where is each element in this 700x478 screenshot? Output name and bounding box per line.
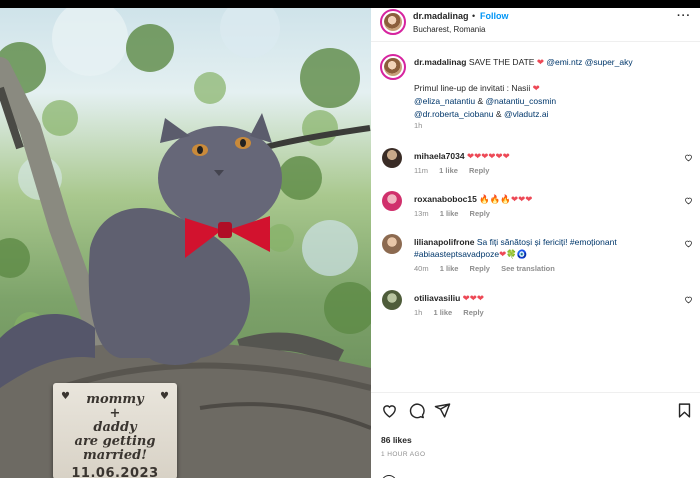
mention-link[interactable]: @natantiu_cosmin — [486, 96, 557, 106]
commenter-avatar[interactable] — [382, 148, 402, 168]
comment-like-heart-icon[interactable] — [684, 153, 693, 162]
mention-link[interactable]: @eliza_natantiu — [414, 96, 475, 106]
sign-heart-icon: ♥ — [160, 391, 169, 402]
comment-item: lilianapolifrone Sa fiți sănătoși și fer… — [371, 232, 700, 288]
comment-meta: 13m 1 like Reply — [414, 209, 499, 218]
heart-emoji: ❤ — [536, 57, 544, 67]
post-caption: dr.madalinag SAVE THE DATE ❤ @emi.ntz @s… — [414, 56, 684, 121]
post-timestamp[interactable]: 1 HOUR AGO — [381, 451, 425, 458]
comment-likes[interactable]: 1 like — [440, 209, 459, 218]
comment-emoji: ❤🍀🧿 — [499, 249, 528, 259]
comment-like-heart-icon[interactable] — [684, 239, 693, 248]
sign-text-line: daddy — [93, 420, 137, 435]
top-dark-strip — [0, 0, 700, 8]
comment-bubble-icon[interactable] — [408, 402, 425, 419]
sign-heart-icon: ♥ — [61, 391, 70, 402]
comment-meta: 11m 1 like Reply — [414, 166, 498, 175]
sign-text-line: mommy — [86, 392, 144, 407]
comment-likes[interactable]: 1 like — [433, 308, 452, 317]
commenter-username[interactable]: lilianapolifrone — [414, 237, 474, 247]
hashtag-link[interactable]: #emoționant — [570, 237, 617, 247]
reply-button[interactable]: Reply — [470, 264, 490, 273]
comment-item: roxanaboboc15 🔥🔥🔥❤❤❤ 13m 1 like Reply — [371, 189, 700, 233]
comment-meta: 40m 1 like Reply See translation — [414, 264, 564, 273]
sign-text-line: married! — [83, 448, 147, 463]
comment-body: ❤❤❤ — [462, 293, 485, 303]
follow-button[interactable]: Follow — [480, 11, 509, 21]
commenter-avatar[interactable] — [382, 191, 402, 211]
mention-link[interactable]: @super_aky — [585, 57, 633, 67]
sign-text-line: are getting — [74, 434, 156, 449]
sign-date: 11.06.2023 — [71, 466, 159, 478]
comment-body: 🔥🔥🔥❤❤❤ — [479, 194, 533, 204]
caption-ampersand: & — [495, 109, 502, 119]
save-bookmark-icon[interactable] — [676, 402, 693, 419]
post-side-panel: dr.madalinag • Follow Bucharest, Romania… — [371, 8, 700, 478]
comment-body: Sa fiți sănătoși și fericiți! — [476, 237, 568, 247]
like-heart-icon[interactable] — [381, 402, 398, 419]
commenter-username[interactable]: roxanaboboc15 — [414, 194, 477, 204]
reply-button[interactable]: Reply — [463, 308, 483, 317]
commenter-avatar[interactable] — [382, 234, 402, 254]
mention-link[interactable]: @dr.roberta_ciobanu — [414, 109, 494, 119]
post-photo[interactable]: ♥ ♥ mommy + daddy are getting married! 1… — [0, 8, 371, 478]
post-location[interactable]: Bucharest, Romania — [413, 25, 485, 34]
more-options-icon[interactable]: ··· — [677, 10, 691, 22]
comment-likes[interactable]: 1 like — [439, 166, 458, 175]
author-username[interactable]: dr.madalinag — [413, 11, 469, 21]
post-actions-bar: 86 likes 1 HOUR AGO — [371, 392, 700, 478]
comment-like-heart-icon[interactable] — [684, 295, 693, 304]
mention-link[interactable]: @emi.ntz — [546, 57, 582, 67]
reply-button[interactable]: Reply — [470, 209, 490, 218]
caption-avatar[interactable] — [380, 54, 406, 80]
share-paper-plane-icon[interactable] — [434, 402, 451, 419]
header-separator: • — [472, 11, 476, 21]
caption-ampersand: & — [477, 96, 484, 106]
comment-likes[interactable]: 1 like — [440, 264, 459, 273]
reply-button[interactable]: Reply — [469, 166, 489, 175]
comment-text: roxanaboboc15 🔥🔥🔥❤❤❤ — [414, 193, 674, 205]
comment-body: ❤❤❤❤❤❤ — [466, 151, 510, 161]
commenter-username[interactable]: otiliavasiliu — [414, 293, 460, 303]
hashtag-link[interactable]: #abiaasteptsavadpoze — [414, 249, 499, 259]
commenter-avatar[interactable] — [382, 290, 402, 310]
commenter-username[interactable]: mihaela7034 — [414, 151, 465, 161]
wedding-sign: ♥ ♥ mommy + daddy are getting married! 1… — [53, 383, 177, 478]
comment-like-heart-icon[interactable] — [684, 196, 693, 205]
comment-text: mihaela7034 ❤❤❤❤❤❤ — [414, 150, 674, 162]
post-header: dr.madalinag • Follow Bucharest, Romania… — [371, 8, 700, 42]
comment-time[interactable]: 13m — [414, 209, 429, 218]
comment-meta: 1h 1 like Reply — [414, 308, 493, 317]
caption-username[interactable]: dr.madalinag — [414, 57, 466, 67]
comment-time[interactable]: 11m — [414, 166, 428, 175]
comment-text: lilianapolifrone Sa fiți sănătoși și fer… — [414, 236, 674, 260]
see-translation-button[interactable]: See translation — [501, 264, 555, 273]
mention-link[interactable]: @vladutz.ai — [504, 109, 549, 119]
caption-time[interactable]: 1h — [414, 121, 422, 130]
comment-time[interactable]: 40m — [414, 264, 429, 273]
caption-text: SAVE THE DATE — [468, 57, 535, 67]
likes-count[interactable]: 86 likes — [381, 435, 412, 445]
comment-item: otiliavasiliu ❤❤❤ 1h 1 like Reply — [371, 288, 700, 332]
comment-time[interactable]: 1h — [414, 308, 422, 317]
comment-text: otiliavasiliu ❤❤❤ — [414, 292, 674, 304]
sign-text-line: + — [109, 406, 121, 421]
caption-text: Primul line-up de invitati : Nasii — [414, 83, 531, 93]
heart-emoji: ❤ — [532, 83, 540, 93]
author-avatar[interactable] — [380, 9, 406, 35]
comment-item: mihaela7034 ❤❤❤❤❤❤ 11m 1 like Reply — [371, 146, 700, 190]
